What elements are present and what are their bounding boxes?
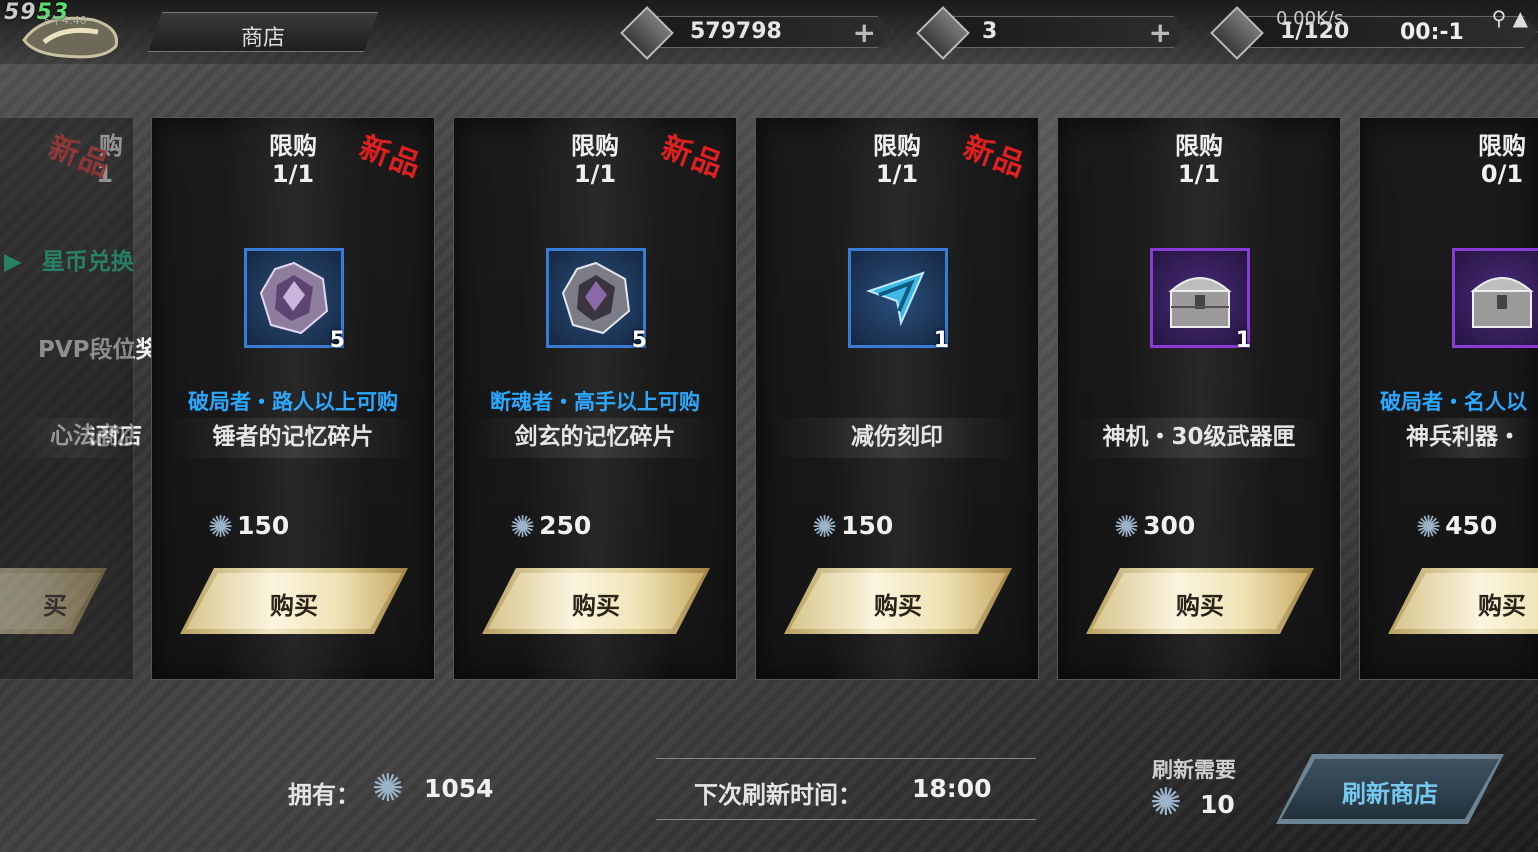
shop-card: 限购 0/1 破局者・名人以 神兵利器・ ✺ 450 购买 bbox=[1359, 117, 1538, 680]
item-slot[interactable]: 1 bbox=[848, 248, 949, 353]
star-coin-icon: ✺ bbox=[208, 510, 234, 545]
shop-card: 限购 1/1 1 神机・30级武器匣 ✺ 300 购买 bbox=[1057, 117, 1341, 680]
item-name: 神兵利器・ bbox=[1406, 418, 1538, 458]
chest-icon bbox=[1168, 277, 1232, 328]
star-coin-icon: ✺ bbox=[510, 510, 536, 545]
status-time: 00:-1 bbox=[1400, 20, 1464, 45]
buy-button[interactable]: 购买 bbox=[784, 568, 1012, 634]
buy-button-partial[interactable]: 买 bbox=[0, 568, 107, 634]
network-speed: 0.00K/s bbox=[1276, 8, 1344, 29]
star-coin-icon: ✺ bbox=[1416, 510, 1442, 545]
purchase-requirement: 破局者・名人以 bbox=[1380, 390, 1527, 414]
signal-icon: ▲ bbox=[1512, 6, 1528, 30]
shop-card: 限购 1/1 新品 1 减伤刻印 ✺ 150 购买 bbox=[755, 117, 1039, 680]
item-price: ✺ 150 bbox=[208, 510, 290, 545]
add-coin-button[interactable]: + bbox=[853, 16, 876, 49]
item-price: ✺ 250 bbox=[510, 510, 592, 545]
chest-icon bbox=[1470, 277, 1534, 328]
refresh-shop-button[interactable]: 刷新商店 bbox=[1276, 754, 1504, 824]
item-name: 剑玄的记忆碎片 bbox=[474, 418, 716, 458]
headphones-icon: ⚲ bbox=[1491, 6, 1507, 30]
crystal-icon bbox=[259, 261, 329, 335]
star-coin-icon: ✺ bbox=[372, 766, 404, 810]
refresh-timer-value: 18:00 bbox=[912, 774, 992, 803]
refresh-cost-value: 10 bbox=[1200, 790, 1235, 819]
buy-button[interactable]: 购买 bbox=[1086, 568, 1314, 634]
item-price: ✺ 450 bbox=[1416, 510, 1498, 545]
arrow-emblem-icon bbox=[865, 271, 925, 327]
star-coin-icon: ✺ bbox=[1114, 510, 1140, 545]
item-slot[interactable]: 5 bbox=[546, 248, 647, 353]
item-price: ✺ 300 bbox=[1114, 510, 1196, 545]
coin-counter: 579798 + bbox=[620, 6, 892, 60]
buy-button[interactable]: 购买 bbox=[1388, 568, 1538, 634]
purchase-requirement: 断魂者・高手以上可购 bbox=[490, 390, 700, 414]
stamina-icon bbox=[1210, 6, 1264, 60]
buy-button[interactable]: 购买 bbox=[482, 568, 710, 634]
item-slot[interactable] bbox=[1452, 248, 1538, 348]
item-slot[interactable]: 5 bbox=[244, 248, 345, 353]
shop-card: 限购 1/1 新品 5 断魂者・高手以上可购 剑玄的记忆碎片 ✺ 250 购买 bbox=[453, 117, 737, 680]
ingot-icon bbox=[916, 6, 970, 60]
signal-icons: ⚲ ▲ bbox=[1492, 6, 1528, 30]
add-ingot-button[interactable]: + bbox=[1149, 16, 1172, 49]
shop-card: 限购 1/1 新品 5 破局者・路人以上可购 锤者的记忆碎片 ✺ 150 购买 bbox=[151, 117, 435, 680]
clock-subtext: 下午4:40 bbox=[40, 14, 87, 27]
shop-card-partial: 购 1 新品 记忆 买 bbox=[0, 117, 134, 680]
ingot-counter: 3 + bbox=[916, 6, 1188, 60]
refresh-timer-label: 下次刷新时间： bbox=[694, 781, 862, 809]
owned-star-coins: 1054 bbox=[424, 774, 494, 803]
buy-button[interactable]: 购买 bbox=[180, 568, 408, 634]
star-coin-icon: ✺ bbox=[1150, 780, 1182, 824]
star-coin-icon: ✺ bbox=[812, 510, 838, 545]
crystal-icon bbox=[561, 261, 631, 335]
page-title: 商店 bbox=[148, 12, 378, 52]
purchase-requirement: 破局者・路人以上可购 bbox=[188, 390, 398, 414]
item-price: ✺ 150 bbox=[812, 510, 894, 545]
item-name: 神机・30级武器匣 bbox=[1078, 418, 1320, 458]
item-slot[interactable]: 1 bbox=[1150, 248, 1251, 353]
top-bar: 5953 下午4:40 商店 579798 + 3 + 1/120 0.00K/… bbox=[0, 0, 1538, 64]
coin-icon bbox=[620, 6, 674, 60]
item-name: 锤者的记忆碎片 bbox=[172, 418, 414, 458]
item-name: 减伤刻印 bbox=[776, 418, 1018, 458]
owned-label: 拥有： bbox=[288, 781, 360, 809]
stamina-counter: 1/120 bbox=[1210, 6, 1538, 60]
